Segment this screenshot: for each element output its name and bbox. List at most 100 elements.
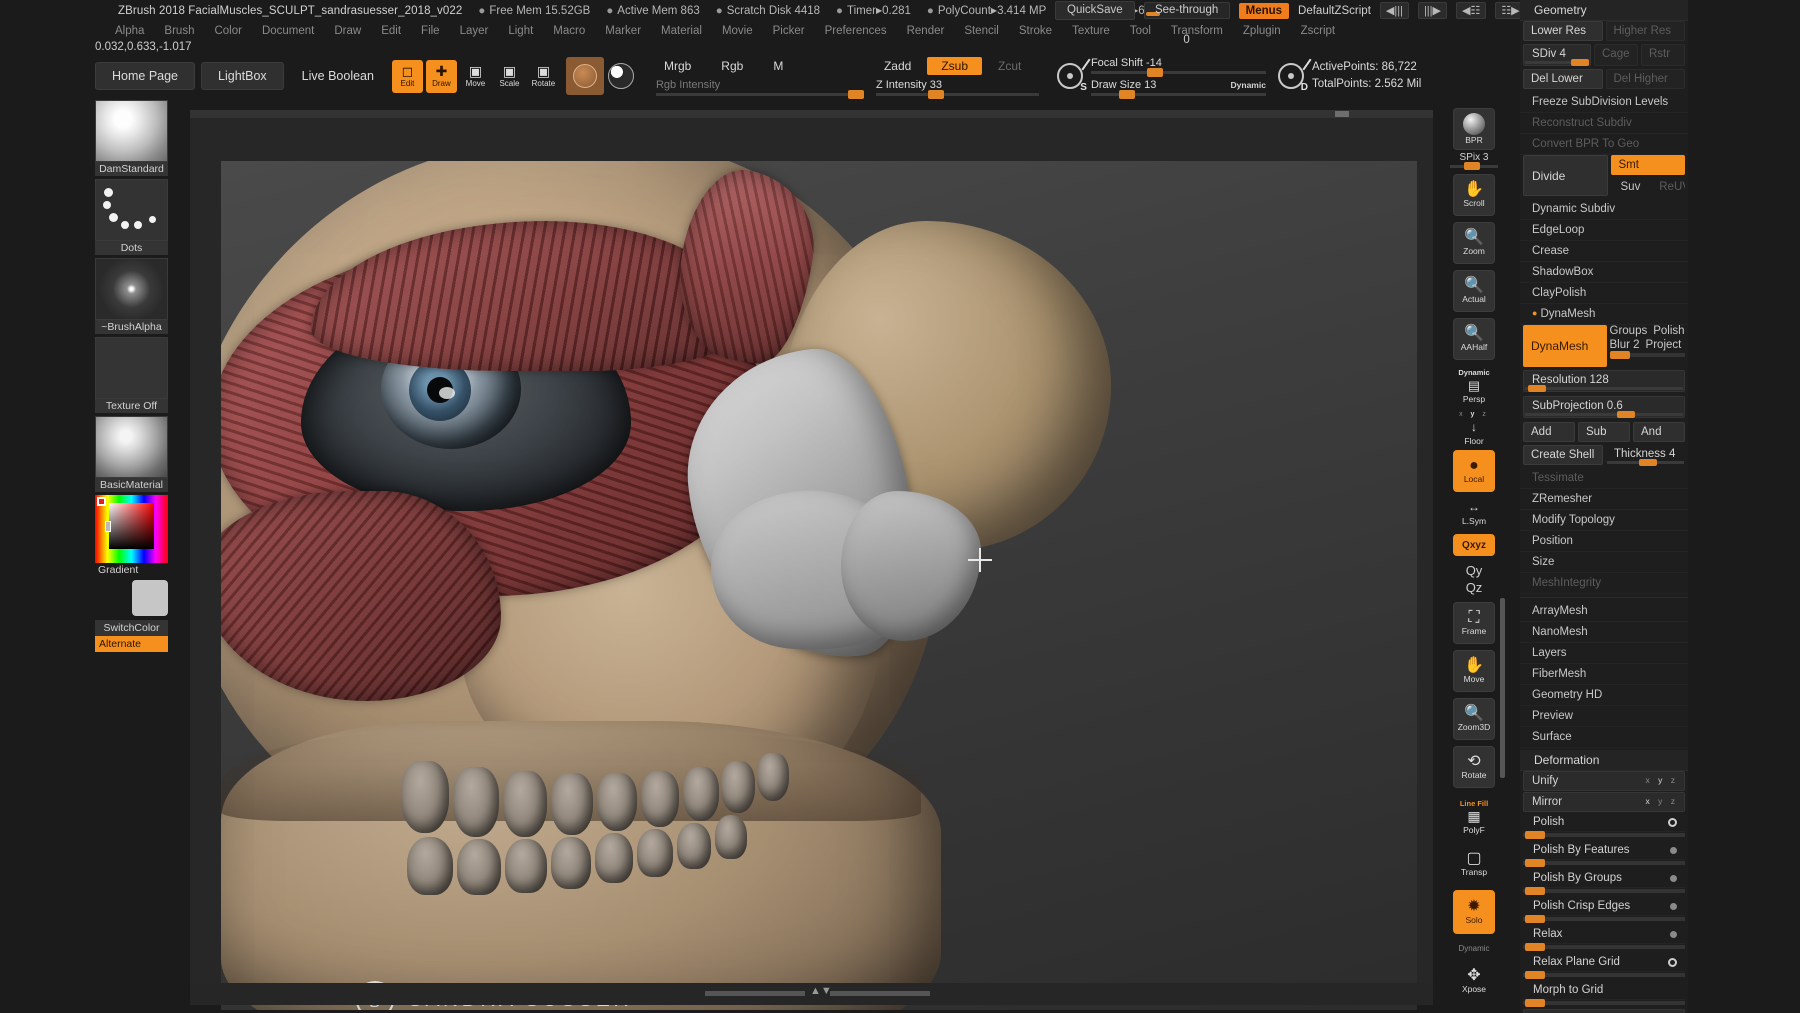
mirror-button[interactable]: Mirror x y z <box>1523 792 1685 812</box>
live-boolean-button[interactable]: Live Boolean <box>290 62 386 90</box>
menu-item-color[interactable]: Color <box>204 23 251 39</box>
add-button[interactable]: Add <box>1523 422 1575 442</box>
geometry-hd-section[interactable]: Geometry HD <box>1520 685 1688 706</box>
menu-item-stroke[interactable]: Stroke <box>1009 23 1062 39</box>
zadd-button[interactable]: Zadd <box>870 57 925 75</box>
resolution-slider[interactable]: Resolution 128 <box>1523 370 1685 392</box>
scroll-button[interactable]: ✋ Scroll <box>1453 174 1495 216</box>
menu-item-preferences[interactable]: Preferences <box>815 23 897 39</box>
reuv-button[interactable]: ReUV <box>1649 178 1685 196</box>
menu-item-movie[interactable]: Movie <box>712 23 763 39</box>
edit-button[interactable]: ◻ Edit <box>391 59 423 93</box>
canvas-scroll-right[interactable] <box>830 991 930 996</box>
layers-section[interactable]: Layers <box>1520 643 1688 664</box>
see-through-slider[interactable]: See-through 0 <box>1143 2 1230 46</box>
z-intensity-slider[interactable] <box>875 89 1039 99</box>
divide-button[interactable]: Divide <box>1523 155 1608 196</box>
zsub-button[interactable]: Zsub <box>927 56 982 75</box>
draw-size-slider[interactable] <box>1090 89 1266 99</box>
color-cursor[interactable] <box>105 521 111 532</box>
tessimate-button[interactable]: Tessimate <box>1520 468 1688 489</box>
texture-selector[interactable]: Texture Off <box>95 337 168 413</box>
and-button[interactable]: And <box>1633 422 1685 442</box>
lsym-button[interactable]: ↔ L.Sym <box>1453 498 1495 528</box>
menu-item-picker[interactable]: Picker <box>763 23 815 39</box>
3d-viewport[interactable]: S SANDRA SÜSSER <box>221 161 1417 1010</box>
thickness-slider[interactable]: Thickness 4 <box>1606 445 1685 466</box>
menu-item-brush[interactable]: Brush <box>154 23 204 39</box>
surface-section[interactable]: Surface <box>1520 727 1688 748</box>
polish-by-groups-slider[interactable]: Polish By Groups <box>1523 869 1685 888</box>
color-wheel[interactable] <box>95 495 168 563</box>
material-selector[interactable]: BasicMaterial <box>95 416 168 492</box>
sub-button[interactable]: Sub <box>1578 422 1630 442</box>
polish-crisp-edges-slider[interactable]: Polish Crisp Edges <box>1523 897 1685 916</box>
polish-button[interactable]: Polish <box>1653 325 1684 337</box>
menu-item-render[interactable]: Render <box>897 23 955 39</box>
groups-button[interactable]: Groups <box>1610 325 1648 337</box>
zscript-prev-icon[interactable]: ◀||| <box>1379 2 1409 19</box>
size-button[interactable]: Size <box>1520 552 1688 573</box>
move-button[interactable]: ▣ Move <box>460 60 491 93</box>
rstr-button[interactable]: Rstr <box>1641 44 1685 66</box>
edgeloop-button[interactable]: EdgeLoop <box>1520 220 1688 241</box>
zscript-next-icon[interactable]: |||▶ <box>1417 2 1447 19</box>
texture-thumbnail[interactable] <box>95 337 168 399</box>
menu-item-file[interactable]: File <box>411 23 450 39</box>
zoom-button[interactable]: 🔍 Zoom <box>1453 222 1495 264</box>
scale-button[interactable]: ▣ Scale <box>494 60 525 93</box>
dynamic-badge[interactable]: Dynamic <box>1231 80 1266 90</box>
suv-button[interactable]: Suv <box>1611 178 1647 196</box>
modify-topology-button[interactable]: Modify Topology <box>1520 510 1688 531</box>
actual-button[interactable]: 🔍 Actual <box>1453 270 1495 312</box>
stroke-picker-icon[interactable]: S <box>1056 58 1091 93</box>
arraymesh-section[interactable]: ArrayMesh <box>1520 601 1688 622</box>
local-button[interactable]: ● Local <box>1453 450 1495 492</box>
rotate-button[interactable]: ▣ Rotate <box>528 60 559 93</box>
zremesher-button[interactable]: ZRemesher <box>1520 489 1688 510</box>
nanomesh-section[interactable]: NanoMesh <box>1520 622 1688 643</box>
convert-bpr-button[interactable]: Convert BPR To Geo <box>1520 134 1688 155</box>
mrgb-button[interactable]: Mrgb <box>650 57 705 75</box>
morph-to-grid-slider[interactable]: Morph to Grid <box>1523 981 1685 1000</box>
menu-item-layer[interactable]: Layer <box>450 23 499 39</box>
create-shell-button[interactable]: Create Shell <box>1523 445 1603 465</box>
rgb-yinyang-icon[interactable] <box>607 63 634 89</box>
dynamic-subdiv-button[interactable]: Dynamic Subdiv <box>1520 199 1688 220</box>
switch-color-button[interactable]: SwitchColor <box>95 620 168 636</box>
rgb-intensity-slider[interactable] <box>655 89 864 99</box>
secondary-color-swatch[interactable] <box>95 580 168 620</box>
focal-shift-slider[interactable] <box>1090 67 1266 77</box>
del-higher-button[interactable]: Del Higher <box>1605 69 1685 89</box>
menu-item-light[interactable]: Light <box>498 23 543 39</box>
menus-button[interactable]: Menus <box>1238 2 1290 19</box>
dynamic-picker-icon[interactable]: D <box>1277 58 1312 93</box>
smt-button[interactable]: Smt <box>1610 155 1685 175</box>
smart-resym-button[interactable]: Smart ReSymx y z <box>1523 1009 1685 1013</box>
alpha-thumbnail[interactable] <box>95 258 168 320</box>
menu-item-alpha[interactable]: Alpha <box>105 23 154 39</box>
canvas-expand-icon[interactable]: ▲▼ <box>810 985 832 997</box>
z-symmetry-button[interactable]: Qz <box>1443 579 1505 596</box>
relax-plane-grid-slider[interactable]: Relax Plane Grid <box>1523 953 1685 972</box>
xyz-symmetry-button[interactable]: Qxyz <box>1453 534 1495 556</box>
crease-button[interactable]: Crease <box>1520 241 1688 262</box>
zcut-button[interactable]: Zcut <box>984 57 1035 75</box>
aahalf-button[interactable]: 🔍 AAHalf <box>1453 318 1495 360</box>
blur-slider[interactable]: Blur 2 <box>1610 339 1640 351</box>
position-button[interactable]: Position <box>1520 531 1688 552</box>
current-material-swatch[interactable] <box>565 57 604 95</box>
sdiv-slider[interactable]: SDiv 4 <box>1523 44 1591 66</box>
menu-item-texture[interactable]: Texture <box>1062 23 1120 39</box>
menu-item-draw[interactable]: Draw <box>324 23 371 39</box>
lightbox-button[interactable]: LightBox <box>201 62 284 90</box>
freeze-subdivision-button[interactable]: Freeze SubDivision Levels <box>1520 92 1688 113</box>
brush-selector[interactable]: DamStandard <box>95 100 168 176</box>
fibermesh-section[interactable]: FiberMesh <box>1520 664 1688 685</box>
alpha-selector[interactable]: ~BrushAlpha <box>95 258 168 334</box>
window-prev-icon[interactable]: ◀☷ <box>1455 2 1487 19</box>
alternate-button[interactable]: Alternate <box>95 636 168 652</box>
menu-item-material[interactable]: Material <box>651 23 712 39</box>
y-symmetry-button[interactable]: Qy <box>1443 562 1505 579</box>
dynamesh-button[interactable]: DynaMesh <box>1523 325 1607 367</box>
